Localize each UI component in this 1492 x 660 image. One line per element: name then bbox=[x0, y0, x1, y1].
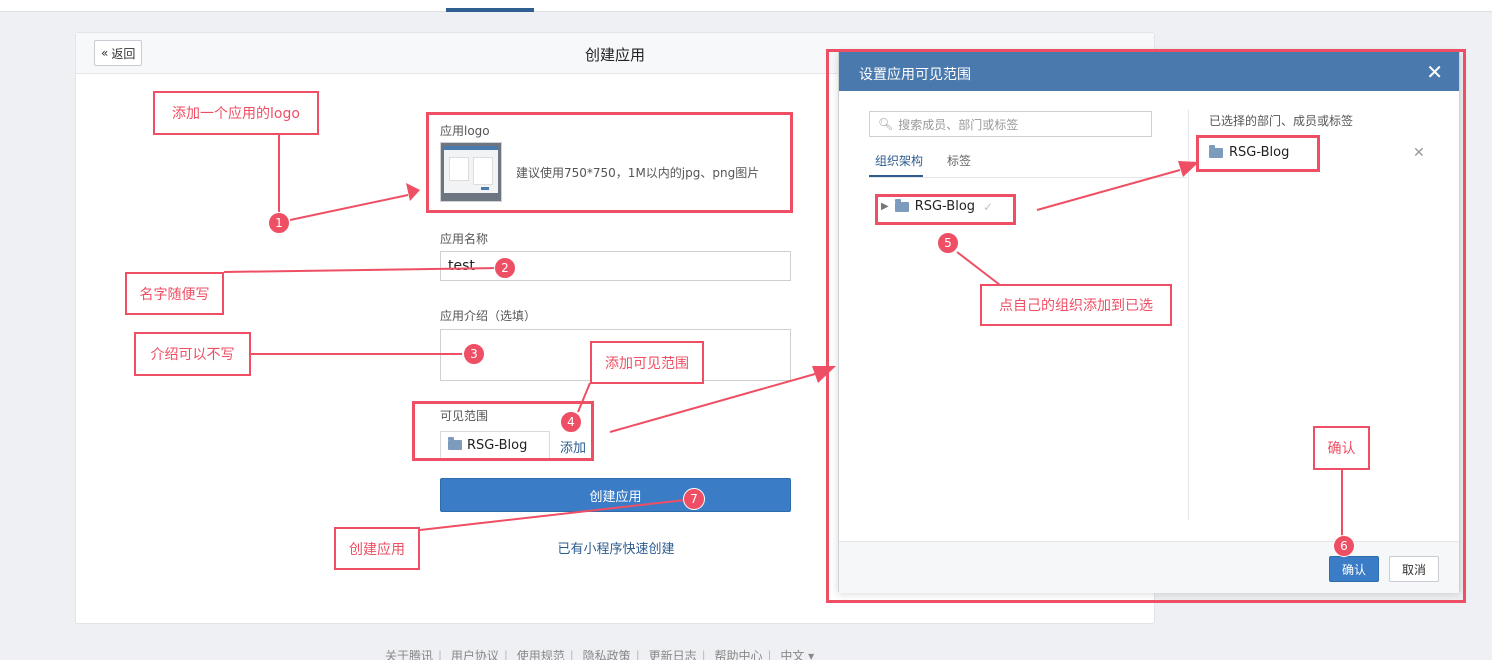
language-selector[interactable]: 中文 ▾ bbox=[780, 649, 814, 660]
step-badge-7: 7 bbox=[683, 488, 705, 510]
footer-links: 关于腾讯 | 用户协议 | 使用规范 | 隐私政策 | 更新日志 | 帮助中心 | 中文 ▾ bbox=[385, 647, 814, 660]
footer-link-help[interactable]: 帮助中心 bbox=[714, 649, 762, 660]
step-badge-6: 6 bbox=[1333, 535, 1355, 557]
create-app-button[interactable]: 创建应用 bbox=[440, 478, 791, 512]
note-add-logo: 添加一个应用的logo bbox=[153, 91, 319, 135]
footer-link-agreement[interactable]: 用户协议 bbox=[451, 649, 499, 660]
step-badge-3: 3 bbox=[463, 343, 485, 365]
note-confirm: 确认 bbox=[1313, 426, 1370, 470]
logo-highlight bbox=[426, 112, 793, 213]
footer-link-changelog[interactable]: 更新日志 bbox=[649, 649, 697, 660]
tree-item-highlight bbox=[875, 194, 1016, 225]
dialog-highlight bbox=[826, 49, 1466, 603]
name-label: 应用名称 bbox=[440, 232, 489, 246]
selected-item-highlight bbox=[1196, 135, 1320, 172]
footer-link-privacy[interactable]: 隐私政策 bbox=[583, 649, 631, 660]
note-add-scope: 添加可见范围 bbox=[590, 341, 704, 384]
step-badge-4: 4 bbox=[560, 411, 582, 433]
app-name-input[interactable]: test bbox=[440, 251, 791, 281]
active-nav-tab-indicator bbox=[446, 8, 534, 12]
step-badge-1: 1 bbox=[268, 212, 290, 234]
note-click-org: 点自己的组织添加到已选 bbox=[980, 284, 1172, 326]
note-create: 创建应用 bbox=[334, 527, 420, 570]
note-name: 名字随便写 bbox=[125, 272, 224, 315]
footer-link-about[interactable]: 关于腾讯 bbox=[385, 649, 433, 660]
step-badge-5: 5 bbox=[937, 232, 959, 254]
note-intro: 介绍可以不写 bbox=[134, 332, 251, 376]
top-nav-bar bbox=[0, 0, 1492, 12]
step-badge-2: 2 bbox=[494, 257, 516, 279]
footer-link-rules[interactable]: 使用规范 bbox=[517, 649, 565, 660]
intro-label: 应用介绍（选填） bbox=[440, 309, 537, 323]
